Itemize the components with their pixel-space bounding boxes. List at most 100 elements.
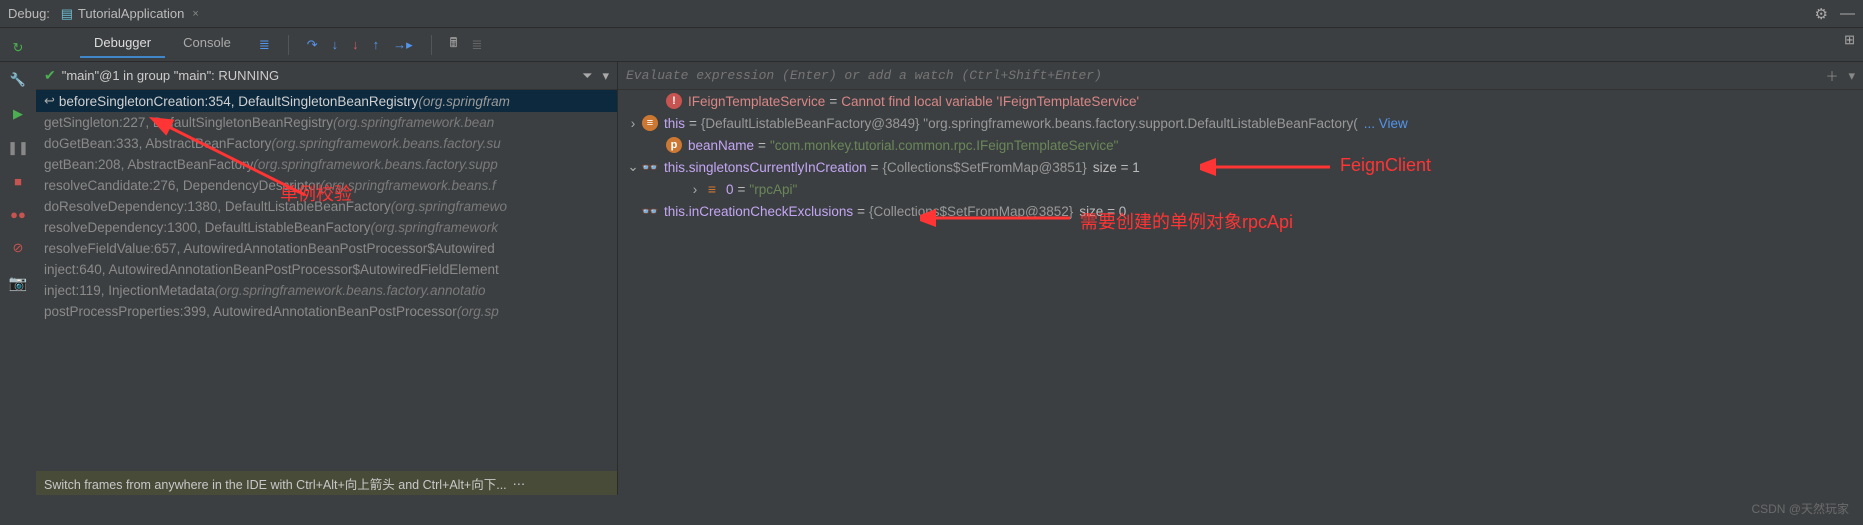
expand-icon[interactable]: › xyxy=(688,182,702,197)
annotation-label-1: 单例校验 xyxy=(280,180,352,206)
stack-frame[interactable]: getBean:208, AbstractBeanFactory (org.sp… xyxy=(36,154,617,175)
frame-label: resolveCandidate:276, DependencyDescript… xyxy=(44,178,320,193)
frame-package: (org.springframewo xyxy=(391,199,507,214)
frames-pane: ✔ "main"@1 in group "main": RUNNING ⏷ ▾ … xyxy=(36,62,618,495)
debug-topbar: Debug: ▤ TutorialApplication × ⚙ — xyxy=(0,0,1863,28)
resume-icon[interactable]: ▶ xyxy=(13,106,23,122)
trace-icon[interactable]: ≣ xyxy=(471,37,482,53)
frame-package: (org.springfram xyxy=(418,94,510,109)
frame-back-icon: ↩ xyxy=(44,93,55,109)
variables-pane: ＋ ▾ ! IFeignTemplateService = Cannot fin… xyxy=(618,62,1863,495)
var-name: this.singletonsCurrentlyInCreation xyxy=(664,160,867,175)
rerun-icon[interactable]: ↻ xyxy=(13,40,24,56)
list-icon: ≡ xyxy=(704,181,720,197)
frame-package: (org.springframework.beans.factory.supp xyxy=(253,157,497,172)
hint-text: Switch frames from anywhere in the IDE w… xyxy=(44,474,507,493)
var-type: {DefaultListableBeanFactory@3849} xyxy=(701,116,920,131)
eval-chevron-icon[interactable]: ▾ xyxy=(1848,68,1855,84)
var-beanname[interactable]: p beanName = "com.monkey.tutorial.common… xyxy=(618,134,1863,156)
frame-label: getSingleton:227, DefaultSingletonBeanRe… xyxy=(44,115,333,130)
step-over-icon[interactable]: ↷ xyxy=(307,37,318,53)
watch-icon: 👓 xyxy=(642,203,658,219)
stack-frame[interactable]: resolveFieldValue:657, AutowiredAnnotati… xyxy=(36,238,617,259)
force-step-into-icon[interactable]: ↓ xyxy=(352,37,359,52)
step-into-icon[interactable]: ↓ xyxy=(332,37,339,52)
stack-frame[interactable]: getSingleton:227, DefaultSingletonBeanRe… xyxy=(36,112,617,133)
frame-package: (org.springframework.beans.factory.su xyxy=(271,136,500,151)
frame-label: getBean:208, AbstractBeanFactory xyxy=(44,157,253,172)
var-value: "org.springframework.beans.factory.suppo… xyxy=(923,116,1358,131)
thread-selector[interactable]: ✔ "main"@1 in group "main": RUNNING ⏷ ▾ xyxy=(36,62,617,90)
view-link[interactable]: ... View xyxy=(1364,116,1408,131)
frame-label: beforeSingletonCreation:354, DefaultSing… xyxy=(59,94,418,109)
stop-icon[interactable]: ■ xyxy=(14,174,22,189)
variables-list[interactable]: ! IFeignTemplateService = Cannot find lo… xyxy=(618,90,1863,495)
var-value: Cannot find local variable 'IFeignTempla… xyxy=(841,94,1139,109)
frame-package: (org.sp xyxy=(457,304,499,319)
add-watch-icon[interactable]: ＋ xyxy=(1825,66,1838,85)
thread-text: "main"@1 in group "main": RUNNING xyxy=(62,68,279,83)
var-name: beanName xyxy=(688,138,754,153)
pause-icon[interactable]: ❚❚ xyxy=(7,140,29,156)
debug-tool-row: ↻ Debugger Console ≣ ↷ ↓ ↓ ↑ →▸ 🖩 ≣ ⊞ xyxy=(0,28,1863,62)
hint-bar: Switch frames from anywhere in the IDE w… xyxy=(36,471,617,495)
minimize-icon[interactable]: — xyxy=(1840,5,1855,22)
wrench-icon[interactable]: 🔧 xyxy=(10,72,26,88)
var-name: 0 xyxy=(726,182,734,197)
var-this[interactable]: › ≡ this = {DefaultListableBeanFactory@3… xyxy=(618,112,1863,134)
run-to-cursor-icon[interactable]: →▸ xyxy=(393,37,413,53)
stack-frame[interactable]: ↩ beforeSingletonCreation:354, DefaultSin… xyxy=(36,90,617,112)
evaluate-row[interactable]: ＋ ▾ xyxy=(618,62,1863,90)
frames-list[interactable]: ↩ beforeSingletonCreation:354, DefaultSin… xyxy=(36,90,617,471)
annotation-label-3: 需要创建的单例对象rpcApi xyxy=(1080,208,1293,234)
layout-icon[interactable]: ⊞ xyxy=(1844,32,1855,48)
frame-label: inject:119, InjectionMetadata xyxy=(44,283,215,298)
frame-label: resolveDependency:1300, DefaultListableB… xyxy=(44,220,370,235)
thread-chevron-icon[interactable]: ▾ xyxy=(602,68,609,84)
watermark: CSDN @天然玩家 xyxy=(1751,500,1849,517)
collapse-icon[interactable]: ⌄ xyxy=(626,159,640,175)
tab-close-icon[interactable]: × xyxy=(192,8,198,20)
frame-label: doGetBean:333, AbstractBeanFactory xyxy=(44,136,271,151)
stack-frame[interactable]: doGetBean:333, AbstractBeanFactory (org.… xyxy=(36,133,617,154)
frame-package: (org.springframework.bean xyxy=(333,115,494,130)
stack-frame[interactable]: inject:640, AutowiredAnnotationBeanPostP… xyxy=(36,259,617,280)
view-breakpoints-icon[interactable]: ●● xyxy=(10,207,26,222)
expand-icon[interactable]: › xyxy=(626,116,640,131)
thread-list-icon[interactable]: ≣ xyxy=(259,37,270,53)
evaluate-icon[interactable]: 🖩 xyxy=(450,34,458,56)
var-item-0[interactable]: › ≡ 0 = "rpcApi" xyxy=(618,178,1863,200)
annotation-label-2: FeignClient xyxy=(1340,155,1431,176)
debug-label: Debug: xyxy=(8,6,50,21)
var-error[interactable]: ! IFeignTemplateService = Cannot find lo… xyxy=(618,90,1863,112)
frame-package: (org.springframework xyxy=(370,220,498,235)
var-name: this xyxy=(664,116,685,131)
stack-frame[interactable]: postProcessProperties:399, AutowiredAnno… xyxy=(36,301,617,322)
tab-title[interactable]: TutorialApplication xyxy=(78,6,184,21)
frame-label: resolveFieldValue:657, AutowiredAnnotati… xyxy=(44,241,495,256)
camera-icon[interactable]: 📷 xyxy=(9,274,28,292)
var-singletons-in-creation[interactable]: ⌄ 👓 this.singletonsCurrentlyInCreation =… xyxy=(618,156,1863,178)
hint-ellipsis[interactable]: ⋯ xyxy=(513,476,526,491)
var-size: size = 1 xyxy=(1093,160,1140,175)
tab-console[interactable]: Console xyxy=(169,31,245,58)
stack-frame[interactable]: inject:119, InjectionMetadata (org.sprin… xyxy=(36,280,617,301)
gear-icon[interactable]: ⚙ xyxy=(1815,5,1828,23)
error-icon: ! xyxy=(666,93,682,109)
mute-breakpoints-icon[interactable]: ⊘ xyxy=(13,240,24,256)
tab-debugger[interactable]: Debugger xyxy=(80,31,165,58)
check-icon: ✔ xyxy=(44,67,56,84)
frame-label: postProcessProperties:399, AutowiredAnno… xyxy=(44,304,457,319)
step-out-icon[interactable]: ↑ xyxy=(373,37,380,52)
evaluate-input[interactable] xyxy=(626,68,1815,83)
watch-icon: 👓 xyxy=(642,159,658,175)
param-icon: p xyxy=(666,137,682,153)
run-config-icon: ▤ xyxy=(60,7,74,21)
frame-label: inject:640, AutowiredAnnotationBeanPostP… xyxy=(44,262,499,277)
var-type: {Collections$SetFromMap@3852} xyxy=(869,204,1073,219)
debug-gutter: 🔧 ▶ ❚❚ ■ ●● ⊘ 📷 xyxy=(0,62,36,292)
stack-frame[interactable]: resolveDependency:1300, DefaultListableB… xyxy=(36,217,617,238)
filter-icon[interactable]: ⏷ xyxy=(582,68,592,84)
var-type: {Collections$SetFromMap@3851} xyxy=(883,160,1087,175)
var-name: IFeignTemplateService xyxy=(688,94,825,109)
